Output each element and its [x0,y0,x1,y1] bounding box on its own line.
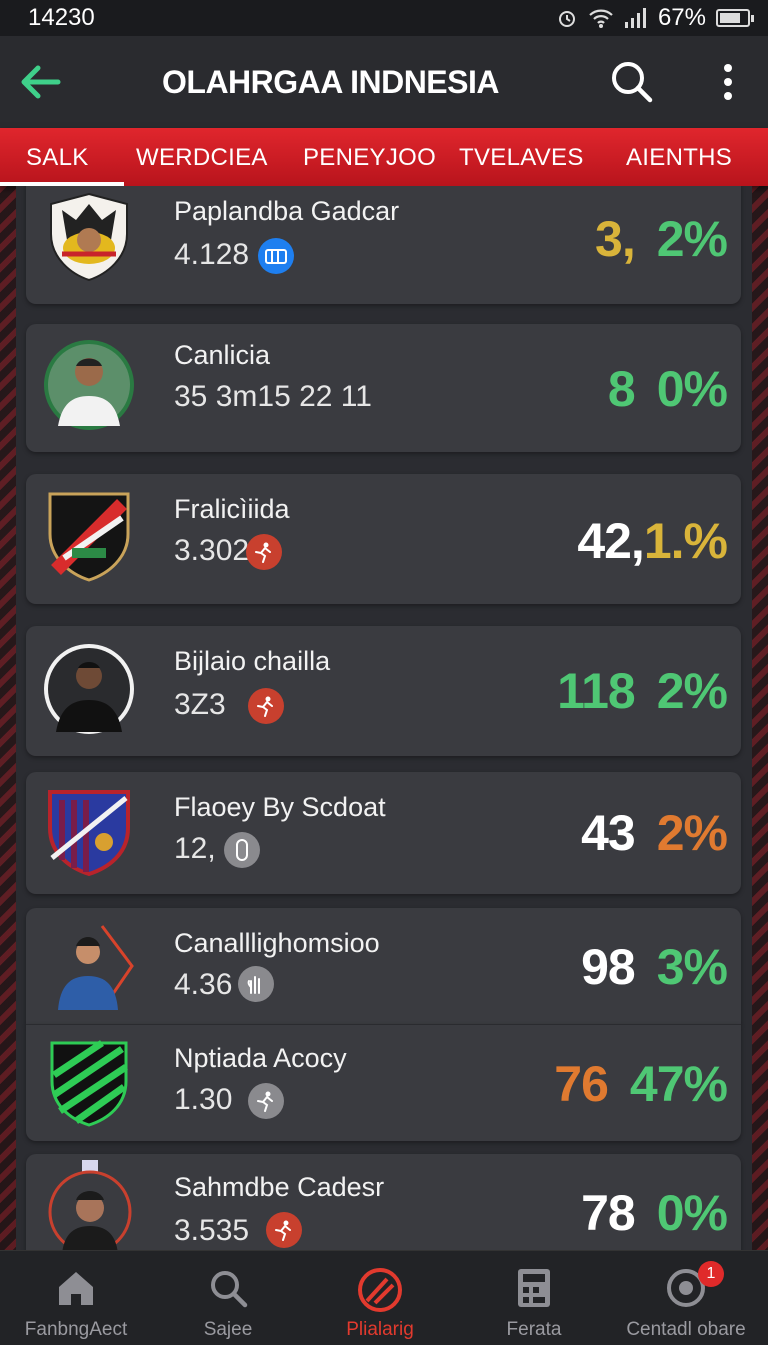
item-name: Bijlaio chailla [174,646,331,676]
tab-salk[interactable]: SALK [26,144,89,172]
item-name: Flaoey By Scdoat [174,792,386,822]
list-item[interactable]: Paplandba Gadcar 4.128 3, 2% [26,186,741,304]
club-crest-icon [48,492,130,582]
nav-search[interactable]: Sajee [152,1251,304,1345]
item-name: Nptiada Acocy [174,1043,347,1073]
tab-werdciea[interactable]: WERDCIEA [136,144,268,172]
list-item[interactable]: Nptiada Acocy 1.30 76 47% [26,1024,741,1141]
nav-cart[interactable]: 1 Centadl obare [610,1251,762,1345]
wifi-icon [589,9,613,28]
tab-peneyjoo[interactable]: PENEYJOO [303,144,436,172]
list-item[interactable]: Canalllighomsioo 4.36 98 3% [26,908,741,1024]
more-options-icon[interactable] [716,60,740,104]
player-badge-icon [266,1212,302,1248]
alarm-icon [558,11,575,27]
item-percentage: 43 2% [581,805,728,861]
player-badge-icon [248,1083,284,1119]
player-avatar [48,1160,132,1250]
notification-badge: 1 [698,1261,724,1287]
item-percentage: 42,1.% [577,513,728,569]
club-crest-icon [50,1040,128,1127]
nav-playing[interactable]: Plialarig [304,1251,456,1345]
item-stat: 3.302 [174,534,250,567]
item-percentage: 98 3% [581,939,728,995]
list-item[interactable]: Sahmdbe Cadesr 3.535 78 0% [26,1154,741,1250]
page-title: OLAHRGAA INDNESIA [162,64,499,100]
tab-bar: SALK WERDCIEA PENEYJOO TVELAVES AIENTHS [0,128,768,186]
back-arrow-icon[interactable] [18,62,62,102]
item-name: Canalllighomsioo [174,928,380,958]
item-percentage: 118 2% [557,663,728,719]
item-percentage: 8 0% [607,361,728,417]
item-stat: 1.30 [174,1083,233,1116]
player-avatar [44,644,134,734]
tab-aienths[interactable]: AIENTHS [626,144,732,172]
player-badge-icon [248,688,284,724]
app-bar: OLAHRGAA INDNESIA [0,36,768,128]
item-name: Canlicia [174,340,271,370]
player-avatar [44,340,134,430]
ranking-list: Paplandba Gadcar 4.128 3, 2% Canlicia 35 … [16,186,752,1250]
status-time: 14230 [28,4,95,31]
club-crest-icon [48,790,130,877]
chart-badge-icon [258,238,294,274]
nav-label: Centadl obare [626,1319,746,1340]
nav-label: Plialarig [346,1319,414,1340]
item-name: Sahmdbe Cadesr [174,1172,385,1202]
calculator-icon [518,1269,550,1307]
battery-percent: 67% [657,4,706,31]
item-stat: 3.535 [174,1214,250,1247]
item-name: Fralicìiida [174,494,290,524]
ball-icon [358,1268,402,1312]
hand-badge-icon [238,966,274,1002]
search-icon [211,1271,248,1308]
nav-label: Ferata [506,1319,562,1340]
nav-home[interactable]: FanbngAect [0,1251,152,1345]
player-avatar [58,925,134,1010]
item-name: Paplandba Gadcar [174,196,400,226]
lock-badge-icon [224,832,260,868]
status-bar: 14230 67% [0,0,768,36]
item-percentage: 3, 2% [595,211,728,267]
item-stat: 35 3m15 22 11 [174,380,372,413]
player-badge-icon [246,534,282,570]
search-icon[interactable] [608,58,656,106]
item-stat: 3Z3 [174,688,226,721]
tab-tvelaves[interactable]: TVELAVES [459,144,584,172]
item-percentage: 78 0% [581,1185,728,1241]
list-item[interactable]: Flaoey By Scdoat 12, 43 2% [26,772,741,894]
list-item[interactable]: Canlicia 35 3m15 22 11 8 0% [26,324,741,452]
item-stat: 4.128 [174,238,250,271]
home-icon [59,1272,93,1305]
item-stat: 12, [174,832,216,865]
left-stripe [0,185,16,1255]
bottom-navigation: FanbngAect Sajee Plialarig Ferata 1 Cent… [0,1250,768,1345]
nav-label: FanbngAect [24,1319,128,1340]
battery-icon [716,9,754,27]
nav-label: Sajee [203,1319,253,1340]
signal-icon [624,8,646,28]
item-stat: 4.36 [174,968,233,1001]
list-item[interactable]: Fralicìiida 3.302 42,1.% [26,474,741,604]
list-item[interactable]: Bijlaio chailla 3Z3 118 2% [26,626,741,756]
nav-ferata[interactable]: Ferata [458,1251,610,1345]
club-crest-icon [50,192,128,282]
item-percentage: 76 47% [554,1056,728,1112]
right-stripe [752,185,768,1255]
